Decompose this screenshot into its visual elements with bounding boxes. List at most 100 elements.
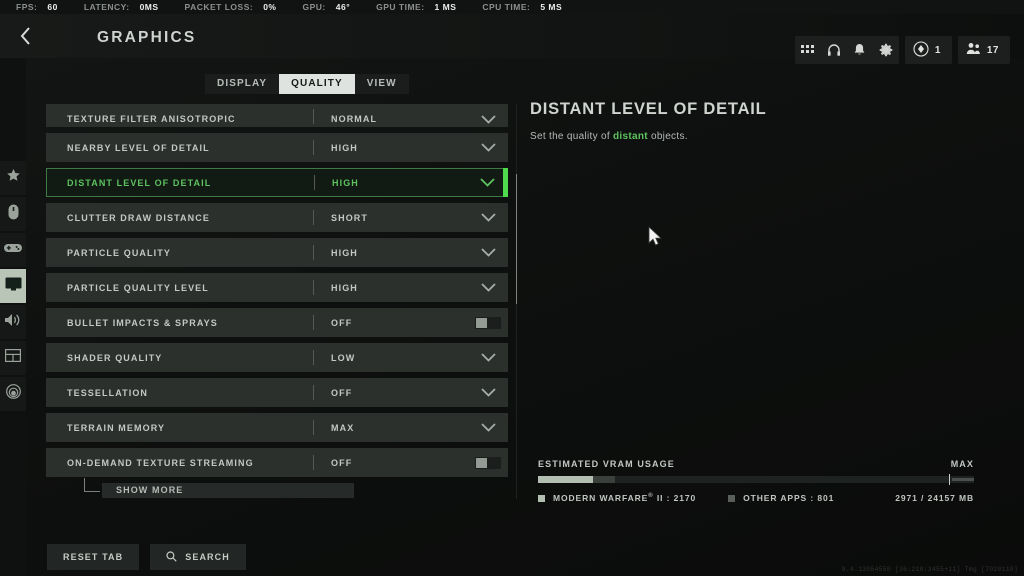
- setting-row[interactable]: SHADER QUALITYLOW: [46, 343, 508, 372]
- vram-segment-game: [538, 476, 593, 483]
- vram-max-label: MAX: [951, 459, 974, 469]
- setting-row[interactable]: BULLET IMPACTS & SPRAYSOFF: [46, 308, 508, 337]
- vram-legend: MODERN WARFARE® II : 2170 OTHER APPS : 8…: [538, 493, 974, 503]
- vram-max-tick: [949, 474, 950, 485]
- telemetry-value: 60: [47, 2, 57, 12]
- settings-scrollbar[interactable]: [516, 104, 517, 499]
- selection-accent-bar: [503, 168, 508, 197]
- setting-toggle[interactable]: [468, 457, 508, 469]
- setting-value: OFF: [314, 458, 468, 468]
- toggle-knob[interactable]: [476, 458, 487, 468]
- setting-label: TESSELLATION: [46, 388, 313, 398]
- chevron-down-icon[interactable]: [468, 143, 508, 152]
- setting-label: TERRAIN MEMORY: [46, 423, 313, 433]
- telemetry-label: FPS:: [16, 2, 37, 12]
- chevron-down-icon[interactable]: [468, 423, 508, 432]
- chevron-left-icon: [20, 27, 31, 45]
- setting-row[interactable]: ON-DEMAND TEXTURE STREAMINGOFF: [46, 448, 508, 477]
- telemetry-label: GPU:: [303, 2, 326, 12]
- reset-tab-label: RESET TAB: [63, 552, 123, 562]
- page-title: GRAPHICS: [97, 29, 196, 47]
- reset-tab-button[interactable]: RESET TAB: [47, 544, 139, 570]
- top-icon-bar: 1 17: [795, 36, 1010, 64]
- toggle-track[interactable]: [475, 457, 501, 469]
- sidebar-item-graphics[interactable]: [0, 269, 26, 303]
- sidebar-item-interface[interactable]: [0, 341, 26, 375]
- legend-label-other: OTHER APPS : 801: [743, 493, 834, 503]
- graphics-settings-screen: FPS:60LATENCY:0MSPACKET LOSS:0%GPU:46°GP…: [0, 0, 1024, 576]
- settings-gear-icon[interactable]: [873, 36, 899, 64]
- setting-label: ON-DEMAND TEXTURE STREAMING: [46, 458, 313, 468]
- toggle-knob[interactable]: [476, 318, 487, 328]
- desc-before: Set the quality of: [530, 131, 613, 142]
- squad-players-icon: [966, 42, 981, 58]
- sidebar-item-favorites[interactable]: [0, 161, 26, 195]
- headset-icon[interactable]: [821, 36, 847, 64]
- chevron-down-icon[interactable]: [468, 213, 508, 222]
- legend-swatch-other: [728, 495, 735, 502]
- setting-label: SHADER QUALITY: [46, 353, 313, 363]
- squad-badge[interactable]: 17: [958, 36, 1010, 64]
- setting-row[interactable]: TERRAIN MEMORYMAX: [46, 413, 508, 442]
- setting-row[interactable]: NEARBY LEVEL OF DETAILHIGH: [46, 133, 508, 162]
- setting-row[interactable]: CLUTTER DRAW DISTANCESHORT: [46, 203, 508, 232]
- setting-toggle[interactable]: [468, 317, 508, 329]
- back-button[interactable]: [8, 20, 42, 52]
- mouse-cursor: [648, 226, 663, 252]
- telemetry-item-5: CPU TIME:5 MS: [482, 2, 562, 12]
- tab-view[interactable]: VIEW: [355, 74, 409, 94]
- desc-after: objects.: [648, 131, 688, 142]
- sidebar-item-audio[interactable]: [0, 305, 26, 339]
- mouse-icon: [8, 204, 19, 225]
- show-more-row[interactable]: SHOW MORE: [46, 482, 508, 498]
- sidebar-item-accessibility[interactable]: [0, 377, 26, 411]
- setting-label: PARTICLE QUALITY LEVEL: [46, 283, 313, 293]
- setting-value: OFF: [314, 388, 468, 398]
- detail-title: DISTANT LEVEL OF DETAIL: [530, 100, 1000, 119]
- chevron-down-icon[interactable]: [468, 248, 508, 257]
- setting-value: OFF: [314, 318, 468, 328]
- telemetry-value: 46°: [336, 2, 350, 12]
- legend-swatch-game: [538, 495, 545, 502]
- telemetry-item-1: LATENCY:0MS: [84, 2, 159, 12]
- grid-menu-icon[interactable]: [795, 36, 821, 64]
- chevron-down-icon[interactable]: [468, 115, 508, 124]
- setting-value: HIGH: [315, 178, 467, 188]
- gamepad-icon: [4, 241, 22, 259]
- tab-quality[interactable]: QUALITY: [279, 74, 355, 94]
- scrollbar-thumb[interactable]: [516, 174, 517, 304]
- setting-row[interactable]: PARTICLE QUALITY LEVELHIGH: [46, 273, 508, 302]
- sidebar-item-controller[interactable]: [0, 233, 26, 267]
- search-button[interactable]: SEARCH: [150, 544, 246, 570]
- show-more-label: SHOW MORE: [116, 485, 183, 495]
- setting-row[interactable]: TESSELLATIONOFF: [46, 378, 508, 407]
- setting-value: HIGH: [314, 143, 468, 153]
- toggle-track[interactable]: [475, 317, 501, 329]
- setting-row[interactable]: TEXTURE FILTER ANISOTROPICNORMAL: [46, 104, 508, 127]
- tab-display[interactable]: DISPLAY: [205, 74, 279, 94]
- setting-label: CLUTTER DRAW DISTANCE: [46, 213, 313, 223]
- battlepass-badge[interactable]: 1: [905, 36, 952, 64]
- desc-highlight: distant: [613, 131, 648, 142]
- setting-label: PARTICLE QUALITY: [46, 248, 313, 258]
- setting-row[interactable]: PARTICLE QUALITYHIGH: [46, 238, 508, 267]
- bottom-button-bar: RESET TAB SEARCH: [47, 544, 246, 570]
- legend-item-other: OTHER APPS : 801: [728, 493, 834, 503]
- setting-value: LOW: [314, 353, 468, 363]
- setting-value: HIGH: [314, 283, 468, 293]
- chevron-down-icon[interactable]: [467, 178, 507, 187]
- legend-label-game: MODERN WARFARE® II : 2170: [553, 493, 696, 503]
- chevron-down-icon[interactable]: [468, 388, 508, 397]
- chevron-down-icon[interactable]: [468, 353, 508, 362]
- notifications-bell-icon[interactable]: [847, 36, 873, 64]
- setting-row[interactable]: DISTANT LEVEL OF DETAILHIGH: [46, 168, 508, 197]
- vram-usage-section: ESTIMATED VRAM USAGE MAX MODERN WARFARE®…: [538, 459, 974, 503]
- setting-value: MAX: [314, 423, 468, 433]
- telemetry-value: 1 MS: [435, 2, 457, 12]
- speaker-icon: [5, 313, 21, 332]
- sidebar-item-mouse[interactable]: [0, 197, 26, 231]
- chevron-down-icon[interactable]: [468, 283, 508, 292]
- detail-panel: DISTANT LEVEL OF DETAIL Set the quality …: [530, 100, 1000, 500]
- layout-icon: [5, 349, 21, 367]
- telemetry-item-0: FPS: 60: [16, 2, 58, 12]
